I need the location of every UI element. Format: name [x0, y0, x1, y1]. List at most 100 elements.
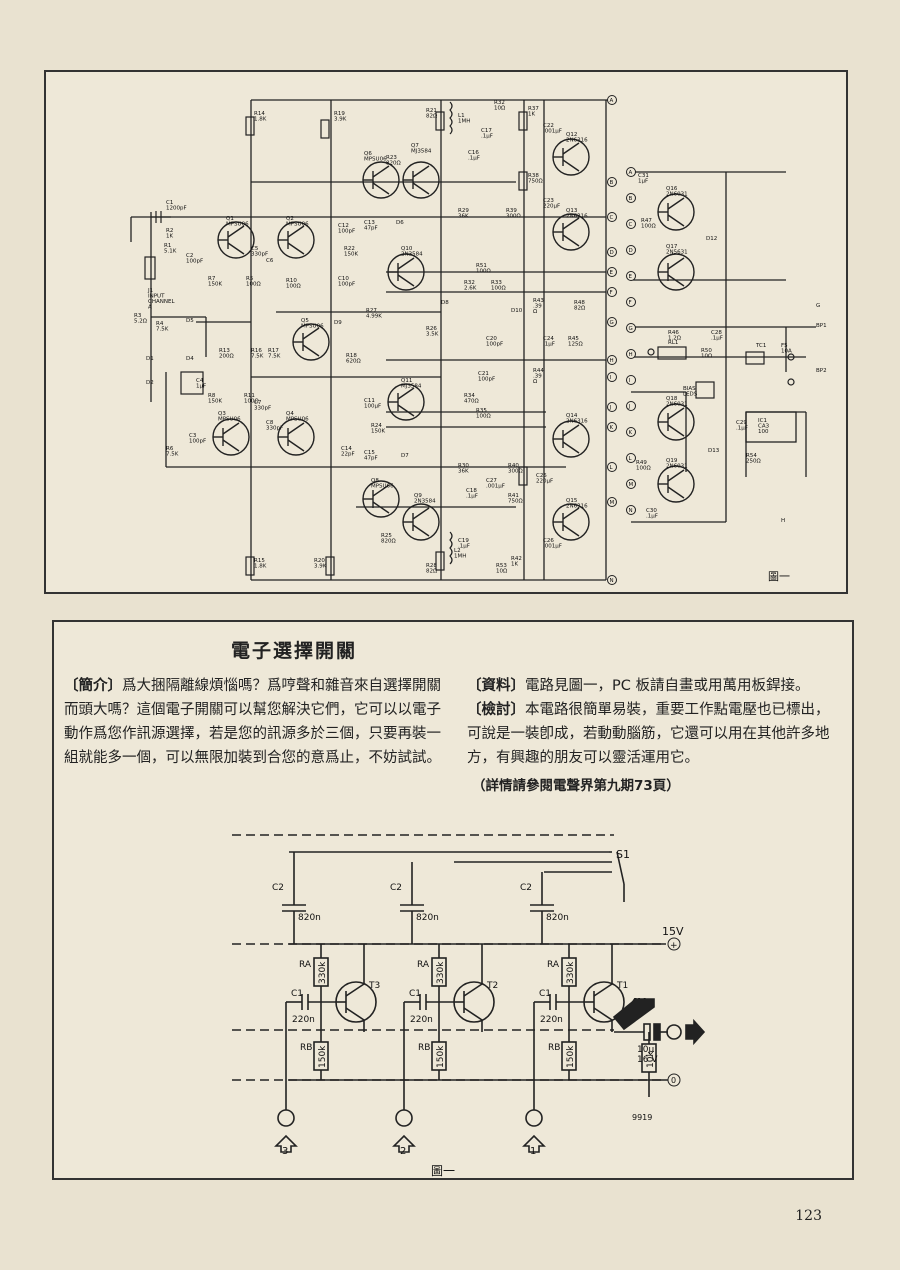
label-r22: R22 150K	[344, 246, 358, 258]
label-ic1: IC1 CA3 100	[758, 418, 770, 435]
label-c20: C20 100pF	[486, 336, 503, 348]
c2-label: C2	[520, 883, 532, 893]
label-q15: Q15 2N6316	[566, 498, 588, 510]
transistor-label: T2	[486, 981, 498, 991]
label-c5: C5 330pF	[251, 246, 268, 258]
label-q3: Q3 MPSU06	[218, 411, 241, 423]
ra-value: 330k	[436, 961, 446, 984]
label-g_out: G	[816, 303, 820, 309]
bus-letter-right-E: E	[629, 274, 633, 280]
label-r28: R28 82Ω	[426, 563, 437, 575]
label-d10: D10	[511, 308, 523, 314]
supply-label: 15V	[662, 925, 684, 938]
label-c12: C12 100pF	[338, 223, 355, 235]
c1-value: 220n	[410, 1015, 433, 1025]
top-figure-caption: 圖一	[768, 570, 790, 583]
label-c21: C21 100pF	[478, 371, 495, 383]
label-r14: R14 1.8K	[254, 111, 267, 123]
label-r10: R10 100Ω	[286, 278, 301, 290]
bus-letter-D: D	[610, 250, 614, 256]
bus-letter-right-J: J	[628, 404, 631, 410]
label-d12: D12	[706, 236, 717, 242]
label-r37: R37 1K	[528, 106, 539, 118]
label-q10: Q10 2N3584	[401, 246, 423, 258]
label-r5: R5 100Ω	[246, 276, 261, 288]
label-d6: D6	[396, 220, 404, 226]
label-q6: Q6 MPSU06	[364, 151, 387, 163]
amplifier-schematic: ABCDEFGHIJKLMN ABCDEFGHIJKLMN R14 1.8KR1…	[130, 95, 827, 585]
label-r23: R23 820Ω	[386, 155, 401, 167]
c1-label: C1	[539, 989, 551, 999]
label-c7: C7 330pF	[254, 400, 271, 412]
ground-symbol: 0	[671, 1076, 676, 1085]
label-r32b: R32 2.6K	[464, 280, 477, 292]
label-r26: R26 3.5K	[426, 326, 439, 338]
label-q19: Q19 2N6031	[666, 458, 688, 470]
bus-letter-right-B: B	[629, 196, 633, 202]
label-q12: Q12 2N6316	[566, 132, 588, 144]
bus-letter-F: F	[610, 290, 613, 296]
c2-label: C2	[272, 883, 284, 893]
label-c1: C1 1200pF	[166, 200, 187, 212]
label-c17: C17.1μF	[481, 128, 493, 140]
label-r32: R32 10Ω	[494, 100, 505, 112]
rb-label: RB	[418, 1043, 430, 1053]
bus-letter-K: K	[610, 425, 614, 431]
label-r40: R40 300Ω	[508, 463, 523, 475]
input-number: 3	[282, 1146, 288, 1157]
input-number: 2	[400, 1146, 406, 1157]
label-r30: R30 36K	[458, 463, 469, 475]
label-r7: R7 150K	[208, 276, 222, 288]
article-panel: 電子選擇開關 〔簡介〕爲大捆隔離線煩惱嗎？爲哼聲和雜音來自選擇開關而頭大嗎？這個…	[52, 620, 854, 1180]
selector-switch-schematic: C2820nRA 330kC1220nRB 150kT33C2820nRA 330kC…	[232, 834, 706, 1178]
c1-value: 220n	[292, 1015, 315, 1025]
label-q18: Q18 2N6031	[666, 396, 688, 408]
bus-letter-M: M	[610, 500, 615, 506]
label-c14: C14 22pF	[341, 446, 355, 458]
label-f5: F5 10A	[781, 343, 792, 355]
amplifier-schematic-panel: ABCDEFGHIJKLMN ABCDEFGHIJKLMN R14 1.8K R…	[44, 70, 848, 594]
label-c16: C16.1μF	[468, 150, 480, 162]
label-q9: Q9 2N3584	[414, 493, 436, 505]
bus-letter-H: H	[610, 358, 614, 364]
label-c2: C2 100pF	[186, 253, 203, 265]
label-q2: Q2 MPSU06	[286, 216, 309, 228]
bus-letter-A: A	[610, 98, 614, 104]
label-c31: C31 1μF	[638, 173, 649, 185]
bus-letter-B: B	[610, 180, 614, 186]
bus-letter-G: G	[610, 320, 614, 326]
label-bp1: BP1	[816, 323, 827, 329]
label-c28: C28.1μF	[711, 330, 723, 342]
label-r3: R3 5.2Ω	[134, 313, 147, 325]
rb-value: 150k	[436, 1045, 446, 1068]
label-r34: R34 470Ω	[464, 393, 479, 405]
page-number: 123	[795, 1208, 822, 1224]
label-r44: R44.39 Ω	[533, 368, 544, 385]
label-r25: R25 820Ω	[381, 533, 396, 545]
label-r38: R38 750Ω	[528, 173, 543, 185]
ra-value: 330k	[566, 961, 576, 984]
label-r29: R29 36K	[458, 208, 469, 220]
label-c26: C26.001μF	[543, 538, 562, 550]
bus-letter-J: J	[609, 405, 612, 411]
label-c13: C13 47pF	[364, 220, 378, 232]
label-r53: R53 10Ω	[496, 563, 507, 575]
label-j1: J1 INPUT CHANNEL A	[147, 288, 175, 311]
label-c22: C22.001μF	[543, 123, 562, 135]
label-c11: C11 100μF	[364, 398, 381, 410]
output-cap-label: 10μ 16 V	[637, 1045, 658, 1065]
rb-value: 150k	[566, 1045, 576, 1068]
label-r21: R21 82Ω	[426, 108, 437, 120]
label-r42: R42 1K	[511, 556, 522, 568]
label-c3: C3 100pF	[189, 433, 206, 445]
label-c15: C15 47pF	[364, 450, 378, 462]
c2-label: C2	[390, 883, 402, 893]
label-r6: R6 7.5K	[166, 446, 179, 458]
label-d5: D5	[186, 318, 194, 324]
label-r35: R35 100Ω	[476, 408, 491, 420]
label-r8: R8 150K	[208, 393, 222, 405]
transistor-label: T1	[616, 981, 628, 991]
label-r49: R49 100Ω	[636, 460, 651, 472]
bus-letter-right-H: H	[629, 352, 633, 358]
label-r15: R15 1.8K	[254, 558, 267, 570]
